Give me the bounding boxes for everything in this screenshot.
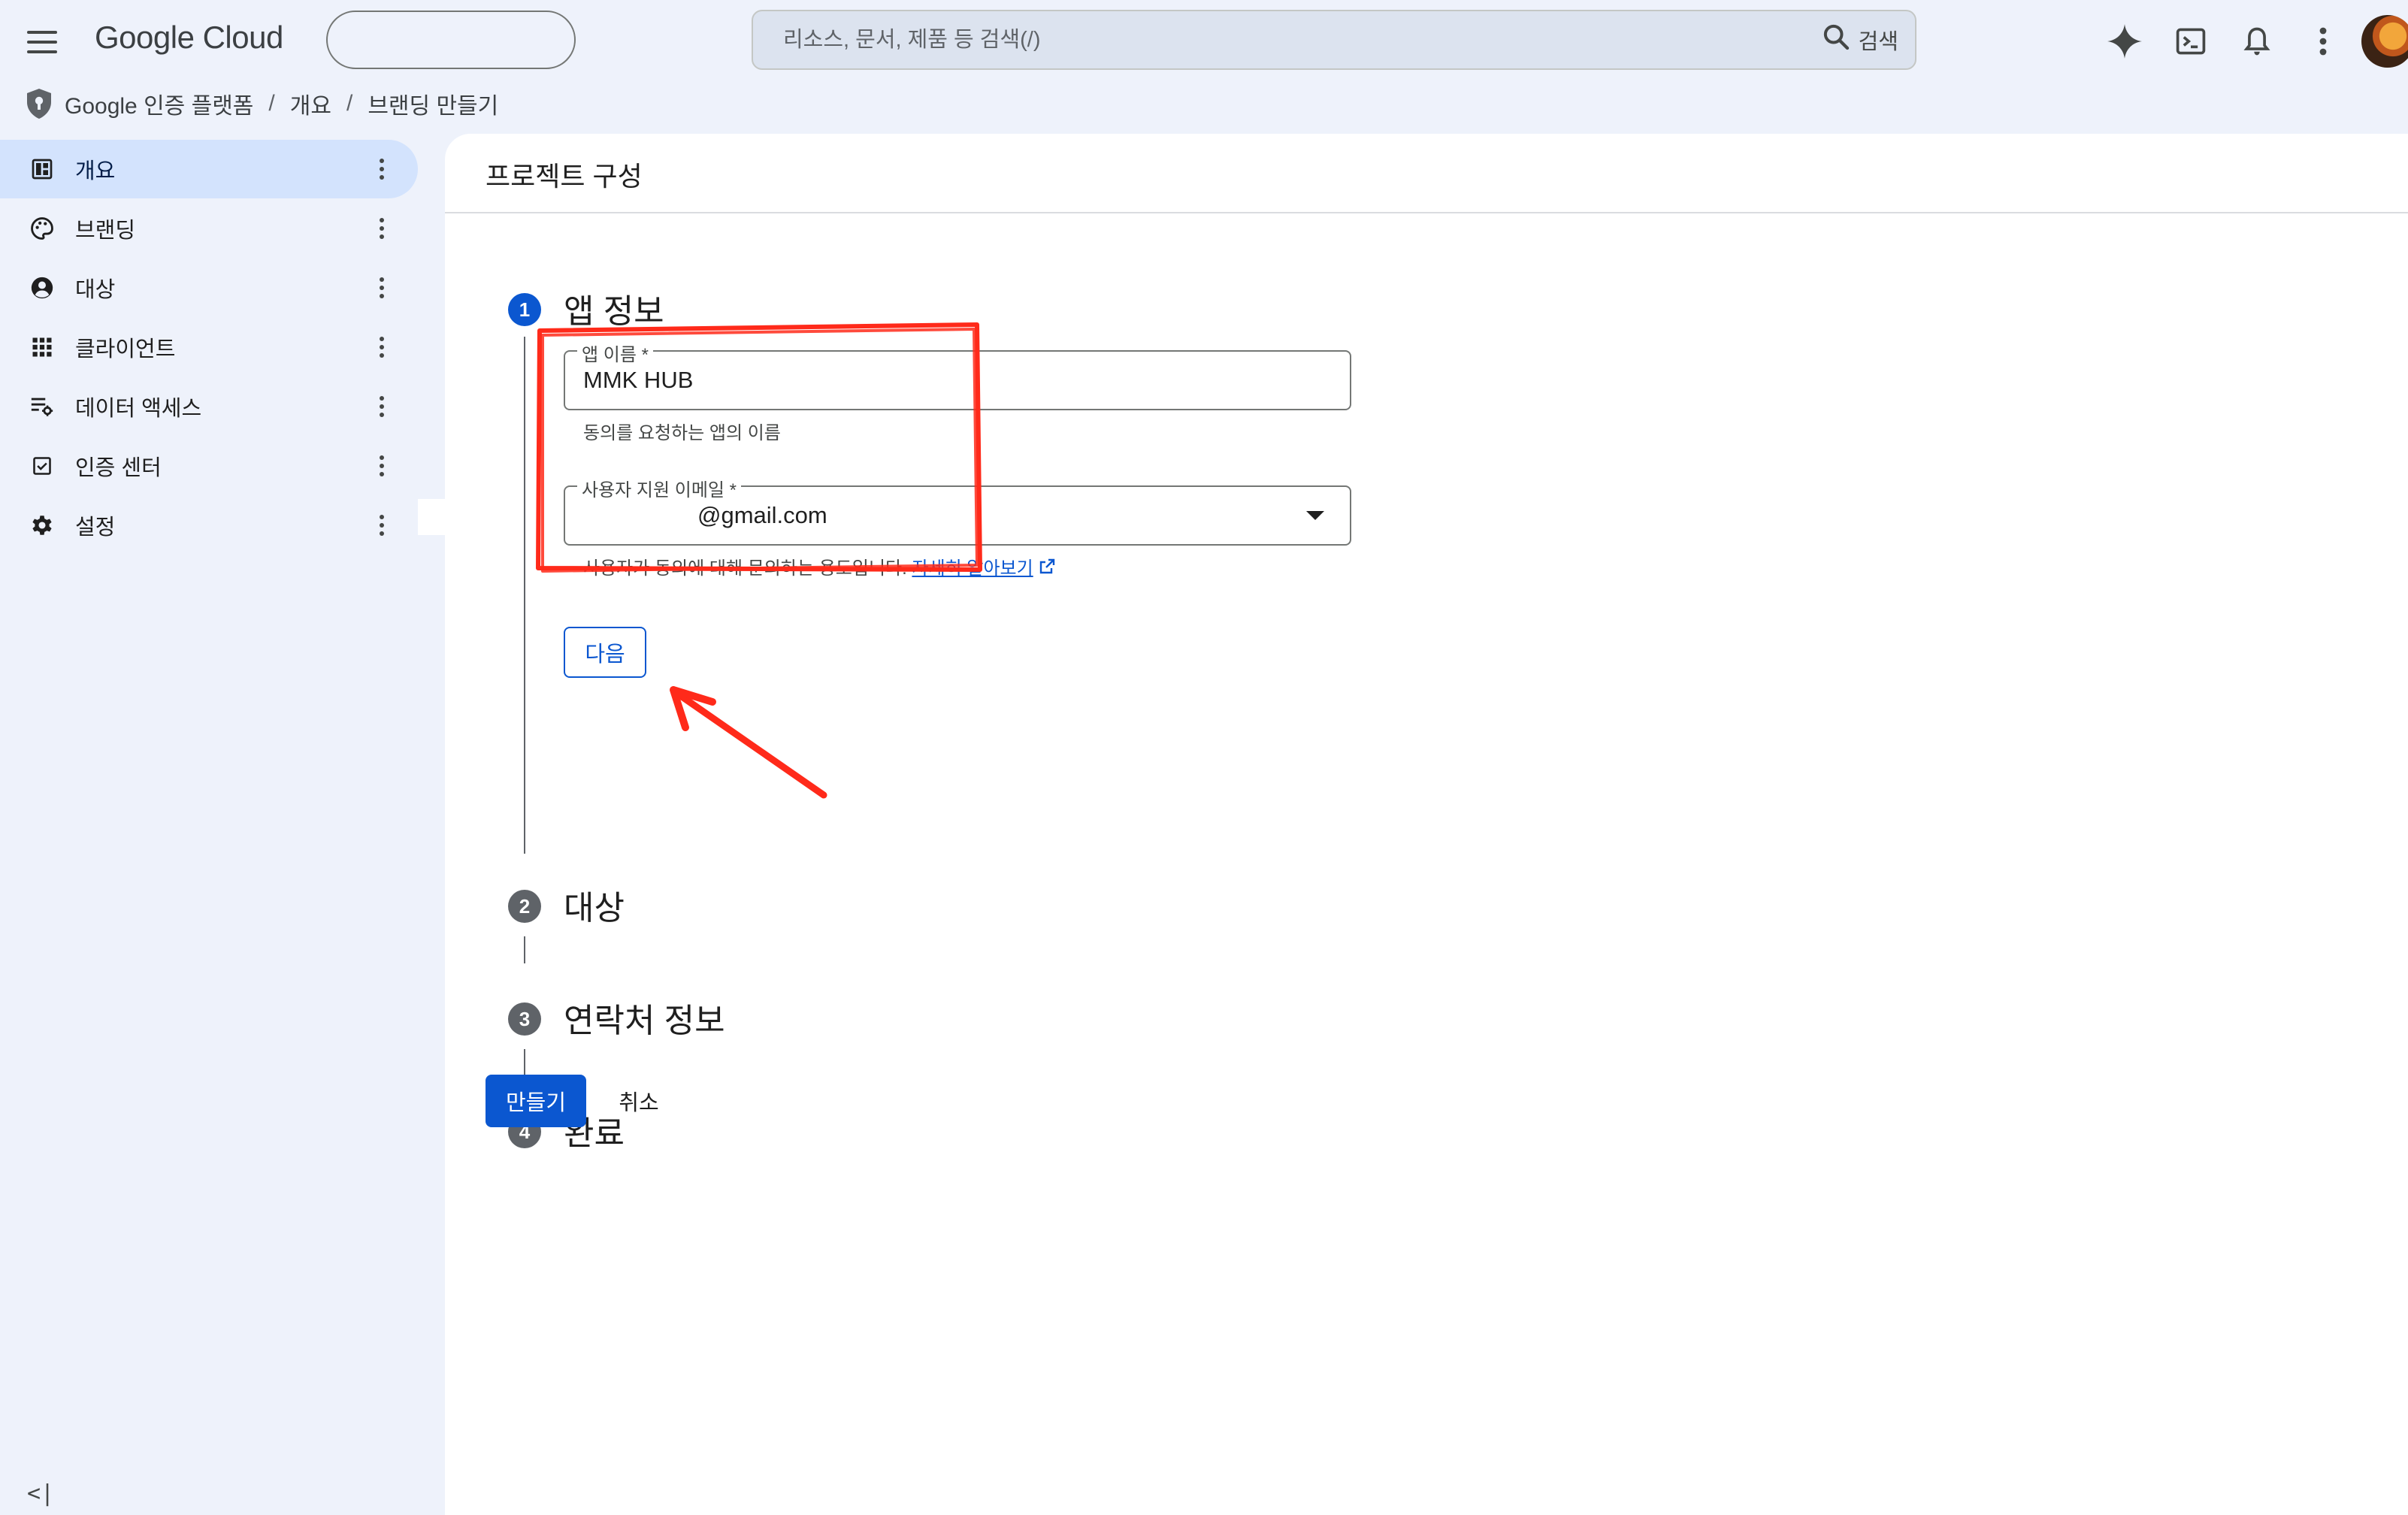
step-label-contact-info: 연락처 정보 xyxy=(564,1002,725,1039)
more-vert-icon[interactable] xyxy=(367,451,397,481)
sidebar-item-branding[interactable]: 브랜딩 xyxy=(0,199,418,258)
data-access-icon xyxy=(27,392,57,422)
project-picker[interactable] xyxy=(326,11,576,69)
support-email-hint: 사용자가 동의에 대해 문의하는 용도입니다. xyxy=(583,558,907,579)
sidebar-item-data-access[interactable]: 데이터 액세스 xyxy=(0,377,418,436)
app-name-input[interactable] xyxy=(583,352,1290,409)
sidebar-item-settings[interactable]: 설정 xyxy=(0,496,418,555)
step-number: 1 xyxy=(508,293,541,326)
sidebar-item-clients[interactable]: 클라이언트 xyxy=(0,318,418,376)
main-content: 프로젝트 구성 1 앱 정보 앱 이름 * 동의를 요청하는 앱의 이름 사용자… xyxy=(445,134,2408,1515)
sidebar-item-label: 클라이언트 xyxy=(75,337,176,361)
support-email-hint-row: 사용자가 동의에 대해 문의하는 용도입니다. 자세히 알아보기 xyxy=(583,553,1056,581)
sidebar-item-label: 대상 xyxy=(75,278,116,302)
step-number: 2 xyxy=(508,890,541,923)
page-title: 프로젝트 구성 xyxy=(486,161,643,192)
more-vert-icon[interactable] xyxy=(367,392,397,422)
step-connector xyxy=(524,936,525,963)
breadcrumb: Google 인증 플랫폼 / 개요 / 브랜딩 만들기 xyxy=(24,86,498,122)
sidebar-item-overview[interactable]: 개요 xyxy=(0,140,418,198)
sidebar-item-label: 개요 xyxy=(75,159,116,183)
more-vert-icon[interactable] xyxy=(367,273,397,303)
account-circle-icon xyxy=(27,273,57,303)
sidebar: 개요 브랜딩 대상 클라이언트 데이터 액세스 인증 센터 설정 xyxy=(0,140,421,555)
breadcrumb-item-overview[interactable]: 개요 xyxy=(290,87,331,120)
more-vert-icon[interactable] xyxy=(367,154,397,184)
sidebar-edge xyxy=(418,499,445,535)
step-label-audience: 대상 xyxy=(564,890,625,927)
app-name-hint: 동의를 요청하는 앱의 이름 xyxy=(583,423,781,443)
breadcrumb-separator: / xyxy=(268,91,275,116)
top-bar: Google Cloud 검색 xyxy=(0,0,2408,83)
avatar[interactable] xyxy=(2361,15,2408,68)
search-bar[interactable]: 검색 xyxy=(752,10,1916,70)
sidebar-item-label: 데이터 액세스 xyxy=(75,397,202,421)
dropdown-arrow-icon xyxy=(1306,511,1324,520)
breadcrumb-separator: / xyxy=(346,91,353,116)
apps-grid-icon xyxy=(27,332,57,362)
gear-icon xyxy=(27,510,57,540)
breadcrumb-item-current: 브랜딩 만들기 xyxy=(368,94,499,119)
cancel-button[interactable]: 취소 xyxy=(601,1075,676,1127)
search-button[interactable]: 검색 xyxy=(1821,22,1898,58)
breadcrumb-product[interactable]: Google 인증 플랫폼 xyxy=(65,87,253,120)
support-email-value: @gmail.com xyxy=(697,502,827,528)
external-link-icon[interactable] xyxy=(1038,558,1056,581)
sidebar-item-verification-center[interactable]: 인증 센터 xyxy=(0,437,418,495)
sidebar-item-label: 인증 센터 xyxy=(75,456,162,480)
sidebar-item-label: 브랜딩 xyxy=(75,219,136,243)
support-email-select[interactable]: 사용자 지원 이메일 * @gmail.com xyxy=(564,475,1351,546)
collapse-sidebar-button[interactable]: <| xyxy=(27,1480,54,1507)
next-button[interactable]: 다음 xyxy=(564,627,646,678)
gemini-spark-icon[interactable] xyxy=(2103,20,2146,63)
notifications-icon[interactable] xyxy=(2235,20,2279,63)
dashboard-icon xyxy=(27,154,57,184)
cloud-shell-icon[interactable] xyxy=(2169,20,2213,63)
create-button[interactable]: 만들기 xyxy=(486,1075,586,1127)
step-connector xyxy=(524,1049,525,1076)
more-vert-icon[interactable] xyxy=(367,332,397,362)
search-input[interactable] xyxy=(783,11,1760,68)
google-cloud-logo[interactable]: Google Cloud xyxy=(95,20,283,56)
more-vert-icon[interactable] xyxy=(2301,20,2345,63)
menu-icon[interactable] xyxy=(21,21,63,63)
palette-icon xyxy=(27,213,57,243)
app-name-field[interactable]: 앱 이름 * xyxy=(564,340,1351,410)
shield-icon xyxy=(24,87,54,120)
search-button-label: 검색 xyxy=(1858,30,1898,54)
search-icon xyxy=(1821,22,1851,58)
more-vert-icon[interactable] xyxy=(367,213,397,243)
divider xyxy=(445,212,2408,213)
sidebar-item-label: 설정 xyxy=(75,516,116,540)
more-vert-icon[interactable] xyxy=(367,510,397,540)
sidebar-item-audience[interactable]: 대상 xyxy=(0,259,418,317)
step-label-app-info: 앱 정보 xyxy=(564,293,664,330)
step-connector xyxy=(524,337,525,854)
step-number: 3 xyxy=(508,1002,541,1036)
learn-more-link[interactable]: 자세히 알아보기 xyxy=(912,558,1033,579)
check-box-icon xyxy=(27,451,57,481)
